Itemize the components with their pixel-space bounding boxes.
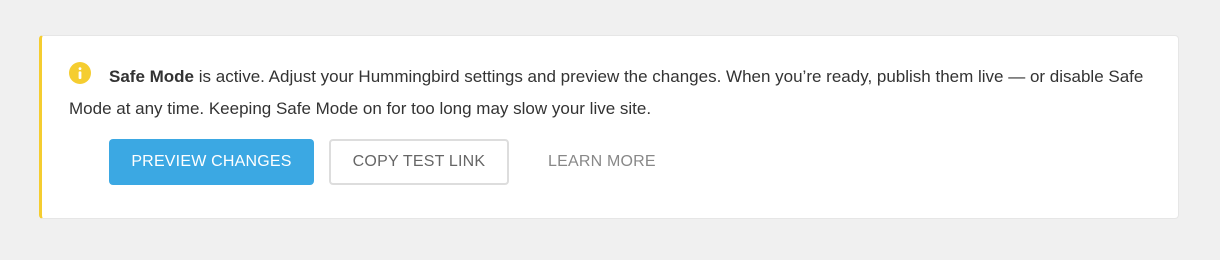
notice-body: is active. Adjust your Hummingbird setti… [69, 67, 1144, 118]
copy-test-link-button[interactable]: COPY TEST LINK [329, 139, 509, 185]
learn-more-link[interactable]: LEARN MORE [548, 139, 656, 185]
notice-title: Safe Mode [109, 67, 195, 86]
notice-message: Safe Mode is active. Adjust your Humming… [69, 61, 1149, 125]
safe-mode-notice: Safe Mode is active. Adjust your Humming… [39, 35, 1179, 219]
preview-changes-button[interactable]: PREVIEW CHANGES [109, 139, 314, 185]
notice-actions: PREVIEW CHANGES COPY TEST LINK LEARN MOR… [109, 139, 656, 185]
